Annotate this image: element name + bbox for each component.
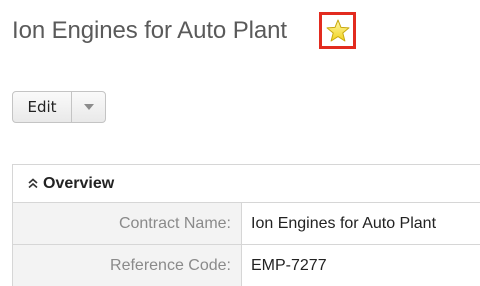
double-chevron-up-icon — [27, 178, 39, 189]
field-row-contract-name: Contract Name: Ion Engines for Auto Plan… — [13, 203, 480, 245]
field-value[interactable]: EMP-7277 — [242, 245, 480, 286]
caret-down-icon — [83, 104, 94, 110]
field-label: Contract Name: — [13, 203, 242, 244]
record-title: Ion Engines for Auto Plant — [12, 17, 287, 44]
panel-title: Overview — [43, 174, 115, 192]
field-label: Reference Code: — [13, 245, 242, 286]
panel-header[interactable]: Overview — [13, 165, 480, 203]
actions-dropdown-button[interactable] — [72, 92, 105, 122]
edit-button[interactable]: Edit — [13, 92, 72, 122]
star-icon — [326, 19, 349, 42]
overview-panel: Overview Contract Name: Ion Engines for … — [12, 164, 480, 286]
edit-button-group: Edit — [12, 91, 106, 123]
record-view: Ion Engines for Auto Plant Edit Overview… — [0, 0, 480, 286]
field-row-reference-code: Reference Code: EMP-7277 — [13, 245, 480, 286]
field-value[interactable]: Ion Engines for Auto Plant — [242, 203, 480, 244]
favorite-toggle[interactable] — [319, 12, 356, 49]
